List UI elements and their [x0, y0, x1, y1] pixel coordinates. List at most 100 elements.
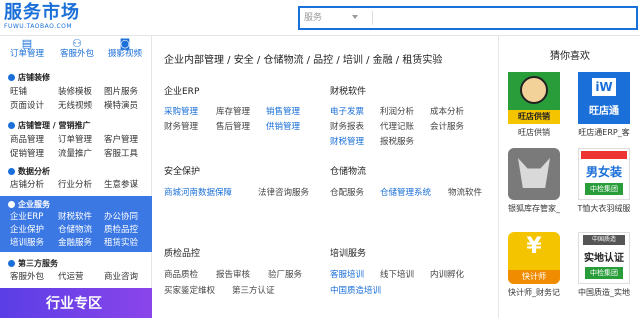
category-link[interactable]: 内训孵化	[430, 269, 464, 281]
section-title-store-marketing[interactable]: 店铺管理 / 营销推广	[8, 120, 91, 131]
category-link[interactable]: 商城河南数据保障	[164, 187, 232, 199]
section-title-decoration[interactable]: 店铺装修	[8, 72, 50, 83]
category-link[interactable]: 报税服务	[380, 136, 414, 148]
category-link[interactable]: 售后管理	[216, 121, 250, 133]
sidebar-item[interactable]: 企业ERP	[10, 211, 43, 223]
product-name: 快计师_财务记	[508, 288, 560, 297]
category-title-tax[interactable]: 财税软件	[330, 86, 366, 98]
recommend-card[interactable]: 中国质造 实地认证 中检集团 中国质造_实地	[573, 232, 635, 298]
sidebar-item[interactable]: 培训服务	[10, 237, 44, 249]
section-title-third-party[interactable]: 第三方服务	[8, 258, 58, 269]
sidebar-item[interactable]: 装修模板	[58, 86, 92, 98]
category-link[interactable]: 仓配服务	[330, 187, 364, 199]
sidebar-item[interactable]: 质检品控	[104, 224, 138, 236]
category-link[interactable]: 供销管理	[266, 121, 300, 133]
sidebar-item[interactable]: 仓储物流	[58, 224, 92, 236]
category-link[interactable]: 财务管理	[164, 121, 198, 133]
category-link[interactable]: 代理记账	[380, 121, 414, 133]
sidebar-item[interactable]: 金融服务	[58, 237, 92, 249]
category-link[interactable]: 报告审核	[216, 269, 250, 281]
category-link[interactable]: 销售管理	[266, 106, 300, 118]
sidebar-item[interactable]: 图片服务	[104, 86, 138, 98]
product-name: 中国质造_实地	[578, 288, 630, 297]
sidebar-item[interactable]: 旺铺	[10, 86, 27, 98]
sidebar-item[interactable]: 代运营	[58, 271, 84, 283]
sidebar-item[interactable]: 促销管理	[10, 148, 44, 160]
category-title-logistics[interactable]: 仓储物流	[330, 166, 366, 178]
category-link[interactable]: 利润分析	[380, 106, 414, 118]
sidebar-item[interactable]: 页面设计	[10, 100, 44, 112]
sidebar-item[interactable]: 租赁实验	[104, 237, 138, 249]
recommend-card[interactable]: 男女装 中检集团 T恤大衣羽绒服	[573, 148, 635, 214]
chevron-down-icon[interactable]	[352, 15, 358, 19]
recommend-card[interactable]: iW 旺店通 旺店通ERP_客	[573, 72, 635, 138]
product-thumbnail	[508, 148, 560, 200]
quick-order-button[interactable]: ▤ 订单管理	[2, 38, 52, 60]
section-title-enterprise[interactable]: 企业服务	[8, 199, 50, 210]
sidebar-item[interactable]: 生意参谋	[104, 179, 138, 191]
logo[interactable]: 服务市场 FUWU.TAOBAO.COM	[4, 3, 80, 31]
category-link[interactable]: 物流软件	[448, 187, 482, 199]
category-link[interactable]: 财税管理	[330, 136, 364, 148]
category-link[interactable]: 仓储管理系统	[380, 187, 431, 199]
section-title-data-analysis[interactable]: 数据分析	[8, 166, 50, 177]
category-link[interactable]: 商品质检	[164, 269, 198, 281]
quick-service-button[interactable]: ⚇ 客服外包	[52, 38, 102, 60]
sidebar-item[interactable]: 店铺分析	[10, 179, 44, 191]
quick-order-label: 订单管理	[9, 49, 44, 59]
category-link[interactable]: 库存管理	[216, 106, 250, 118]
sidebar-item[interactable]: 办公协同	[104, 211, 138, 223]
recommend-card[interactable]: 银狐库存管家_	[503, 148, 565, 214]
product-name: 银狐库存管家_	[508, 204, 560, 213]
logo-subtext: FUWU.TAOBAO.COM	[4, 23, 73, 30]
sidebar-item[interactable]: 客服工具	[104, 148, 138, 160]
section-bullet-icon	[8, 122, 15, 129]
breadcrumb: 企业内部管理 / 安全 / 仓储物流 / 品控 / 培训 / 金融 / 租赁实验	[164, 55, 443, 66]
industry-banner[interactable]: 行业专区	[0, 288, 152, 318]
sidebar-item[interactable]: 无线视频	[58, 100, 92, 112]
product-name: 旺店供销	[518, 128, 550, 137]
product-thumbnail: iW 旺店通	[578, 72, 630, 124]
sidebar-item[interactable]: 企业保护	[10, 224, 44, 236]
product-thumbnail: 旺店供销	[508, 72, 560, 124]
sidebar-item[interactable]: 客服外包	[10, 271, 44, 283]
category-link[interactable]: 验厂服务	[268, 269, 302, 281]
camera-icon: ◙	[119, 37, 131, 50]
service-icon: ⚇	[72, 37, 82, 50]
category-link[interactable]: 法律咨询服务	[258, 187, 309, 199]
section-bullet-icon	[8, 260, 15, 267]
category-link[interactable]: 成本分析	[430, 106, 464, 118]
sidebar-item[interactable]: 行业分析	[58, 179, 92, 191]
sidebar-item[interactable]: 商品管理	[10, 134, 44, 146]
section-bullet-icon	[8, 168, 15, 175]
category-link[interactable]: 中国质造培训	[330, 285, 381, 297]
recommend-card[interactable]: ¥ 快计师 快计师_财务记	[503, 232, 565, 298]
sidebar-item[interactable]: 订单管理	[58, 134, 92, 146]
sidebar-active-section[interactable]: 企业服务 企业ERP 财税软件 办公协同 企业保护 仓储物流 质检品控 培训服务…	[0, 196, 152, 252]
search-box[interactable]: 服务	[298, 6, 638, 30]
category-title-quality[interactable]: 质检品控	[164, 248, 200, 260]
category-title-security[interactable]: 安全保护	[164, 166, 200, 178]
category-link[interactable]: 会计服务	[430, 121, 464, 133]
quick-camera-button[interactable]: ◙ 摄影视频	[100, 38, 150, 60]
product-thumbnail: ¥ 快计师	[508, 232, 560, 284]
category-title-training[interactable]: 培训服务	[330, 248, 366, 260]
category-title-erp[interactable]: 企业ERP	[164, 86, 199, 98]
product-name: T恤大衣羽绒服	[577, 204, 631, 213]
sidebar-item[interactable]: 商业咨询	[104, 271, 138, 283]
sidebar-item[interactable]: 流量推广	[58, 148, 92, 160]
category-link[interactable]: 第三方认证	[232, 285, 275, 297]
section-bullet-icon	[8, 74, 15, 81]
category-link[interactable]: 电子发票	[330, 106, 364, 118]
sidebar-item[interactable]: 客户管理	[104, 134, 138, 146]
category-link[interactable]: 线下培训	[380, 269, 414, 281]
category-link[interactable]: 买家鉴定维权	[164, 285, 215, 297]
category-link[interactable]: 财务报表	[330, 121, 364, 133]
sidebar-item[interactable]: 财税软件	[58, 211, 92, 223]
product-name: 旺店通ERP_客	[578, 128, 630, 137]
order-icon: ▤	[21, 37, 33, 50]
sidebar-item[interactable]: 模特演员	[104, 100, 138, 112]
recommend-card[interactable]: 旺店供销 旺店供销	[503, 72, 565, 138]
category-link[interactable]: 采购管理	[164, 106, 198, 118]
category-link[interactable]: 客服培训	[330, 269, 364, 281]
